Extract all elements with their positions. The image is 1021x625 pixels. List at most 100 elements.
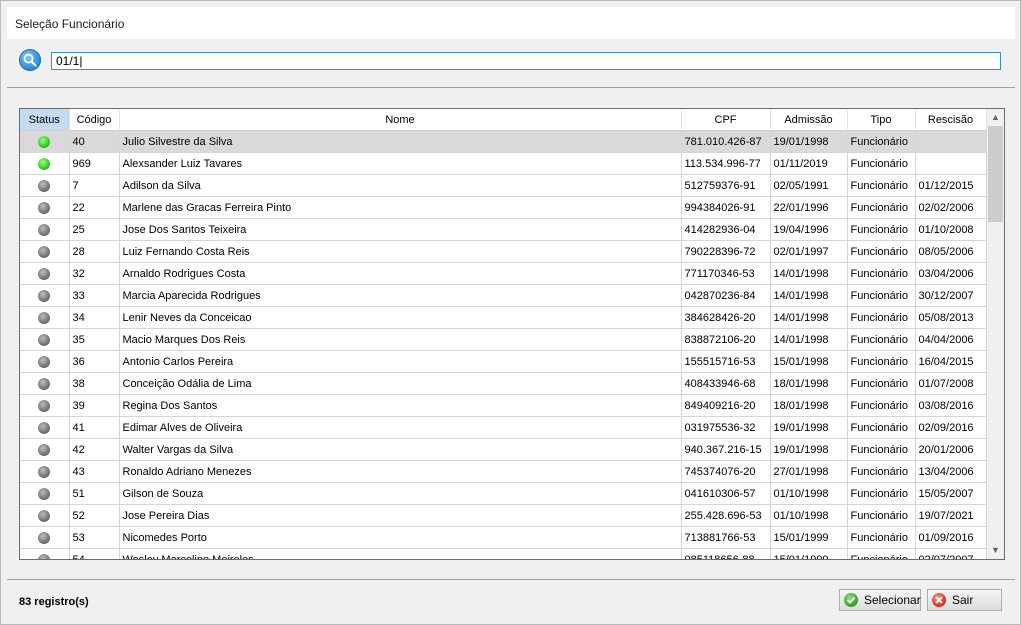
nome-cell: Jose Pereira Dias [119,504,682,527]
rescisao-cell: 02/09/2016 [915,416,987,439]
status-inactive-icon [38,245,51,258]
codigo-cell: 33 [69,284,120,307]
cpf-cell: 940.367.216-15 [681,438,771,461]
scroll-down-icon[interactable]: ▼ [987,542,1004,559]
table-row[interactable]: 34 Lenir Neves da Conceicao 384628426-20 14… [20,306,987,329]
scroll-up-icon[interactable]: ▲ [987,109,1004,126]
search-row [7,39,1015,87]
nome-cell: Lenir Neves da Conceicao [119,306,682,329]
table-row[interactable]: 40 Julio Silvestre da Silva 781.010.426-87… [20,130,987,153]
rescisao-cell: 01/10/2008 [915,218,987,241]
table-row[interactable]: 43 Ronaldo Adriano Menezes 745374076-20 27/… [20,460,987,483]
status-cell [20,284,70,307]
admissao-cell: 19/01/1998 [770,416,848,439]
cpf-cell: 512759376-91 [681,174,771,197]
table-body: 40 Julio Silvestre da Silva 781.010.426-87… [20,130,987,559]
codigo-cell: 41 [69,416,120,439]
admissao-cell: 14/01/1998 [770,284,848,307]
rescisao-cell: 02/02/2006 [915,196,987,219]
nome-cell: Walter Vargas da Silva [119,438,682,461]
exit-button[interactable]: Sair [927,589,1002,611]
table-row[interactable]: 42 Walter Vargas da Silva 940.367.216-15 19… [20,438,987,461]
admissao-cell: 15/01/1999 [770,526,848,549]
tipo-cell: Funcionário [847,548,916,559]
nome-cell: Conceição Odália de Lima [119,372,682,395]
search-icon[interactable] [19,49,41,71]
codigo-cell: 969 [69,152,120,175]
close-icon [932,593,946,607]
nome-cell: Antonio Carlos Pereira [119,350,682,373]
status-active-icon [38,157,51,170]
table-row[interactable]: 41 Edimar Alves de Oliveira 031975536-32 19… [20,416,987,439]
tipo-cell: Funcionário [847,416,916,439]
admissao-cell: 19/01/1998 [770,130,848,153]
column-header-status[interactable]: Status [20,109,70,131]
table-row[interactable]: 54 Wesley Marcelino Meireles 085118656-88 1… [20,548,987,559]
nome-cell: Ronaldo Adriano Menezes [119,460,682,483]
status-inactive-icon [38,487,51,500]
rescisao-cell: 04/04/2006 [915,328,987,351]
status-inactive-icon [38,377,51,390]
employee-grid[interactable]: Status Código Nome CPF Admissão Tipo Res… [19,108,1005,560]
tipo-cell: Funcionário [847,438,916,461]
table-row[interactable]: 39 Regina Dos Santos 849409216-20 18/01/199… [20,394,987,417]
table-row[interactable]: 36 Antonio Carlos Pereira 155515716-53 15/0… [20,350,987,373]
status-cell [20,394,70,417]
column-header-tipo[interactable]: Tipo [847,109,916,131]
column-header-nome[interactable]: Nome [119,109,682,131]
table-row[interactable]: 7 Adilson da Silva 512759376-91 02/05/1991 F… [20,174,987,197]
table-row[interactable]: 25 Jose Dos Santos Teixeira 414282936-04 19… [20,218,987,241]
table-row[interactable]: 22 Marlene das Gracas Ferreira Pinto 99438… [20,196,987,219]
cpf-cell: 790228396-72 [681,240,771,263]
codigo-cell: 40 [69,130,120,153]
rescisao-cell: 16/04/2015 [915,350,987,373]
rescisao-cell: 02/07/2007 [915,548,987,559]
cpf-cell: 031975536-32 [681,416,771,439]
table-row[interactable]: 38 Conceição Odália de Lima 408433946-68 18… [20,372,987,395]
nome-cell: Jose Dos Santos Teixeira [119,218,682,241]
status-inactive-icon [38,179,51,192]
nome-cell: Julio Silvestre da Silva [119,130,682,153]
status-cell [20,240,70,263]
status-inactive-icon [38,311,51,324]
table-row[interactable]: 35 Macio Marques Dos Reis 838872106-20 14/0… [20,328,987,351]
table-row[interactable]: 33 Marcia Aparecida Rodrigues 042870236-84… [20,284,987,307]
status-inactive-icon [38,553,51,559]
column-header-admissao[interactable]: Admissão [770,109,848,131]
employee-table: Status Código Nome CPF Admissão Tipo Res… [20,109,987,559]
window-title: Seleção Funcionário [15,17,125,31]
scroll-thumb[interactable] [988,126,1003,222]
table-row[interactable]: 52 Jose Pereira Dias 255.428.696-53 01/10/1… [20,504,987,527]
tipo-cell: Funcionário [847,394,916,417]
table-row[interactable]: 32 Arnaldo Rodrigues Costa 771170346-53 14/… [20,262,987,285]
tipo-cell: Funcionário [847,130,916,153]
table-row[interactable]: 28 Luiz Fernando Costa Reis 790228396-72 02… [20,240,987,263]
status-cell [20,196,70,219]
table-row[interactable]: 53 Nicomedes Porto 713881766-53 15/01/1999 F… [20,526,987,549]
select-button[interactable]: Selecionar [839,589,921,611]
table-row[interactable]: 51 Gilson de Souza 041610306-57 01/10/1998 F… [20,482,987,505]
admissao-cell: 18/01/1998 [770,372,848,395]
codigo-cell: 42 [69,438,120,461]
cpf-cell: 849409216-20 [681,394,771,417]
cpf-cell: 113.534.996-77 [681,152,771,175]
nome-cell: Luiz Fernando Costa Reis [119,240,682,263]
column-header-codigo[interactable]: Código [69,109,120,131]
column-header-cpf[interactable]: CPF [681,109,771,131]
status-inactive-icon [38,267,51,280]
cpf-cell: 745374076-20 [681,460,771,483]
cpf-cell: 255.428.696-53 [681,504,771,527]
admissao-cell: 02/01/1997 [770,240,848,263]
record-count: 83 registro(s) [19,596,89,608]
admissao-cell: 01/11/2019 [770,152,848,175]
column-header-rescisao[interactable]: Rescisão [915,109,987,131]
search-input[interactable] [51,52,1001,70]
codigo-cell: 43 [69,460,120,483]
table-row[interactable]: 969 Alexsander Luiz Tavares 113.534.996-77… [20,152,987,175]
vertical-scrollbar[interactable]: ▲ ▼ [987,109,1004,559]
status-cell [20,174,70,197]
nome-cell: Arnaldo Rodrigues Costa [119,262,682,285]
rescisao-cell [915,152,987,175]
admissao-cell: 14/01/1998 [770,306,848,329]
nome-cell: Marlene das Gracas Ferreira Pinto [119,196,682,219]
